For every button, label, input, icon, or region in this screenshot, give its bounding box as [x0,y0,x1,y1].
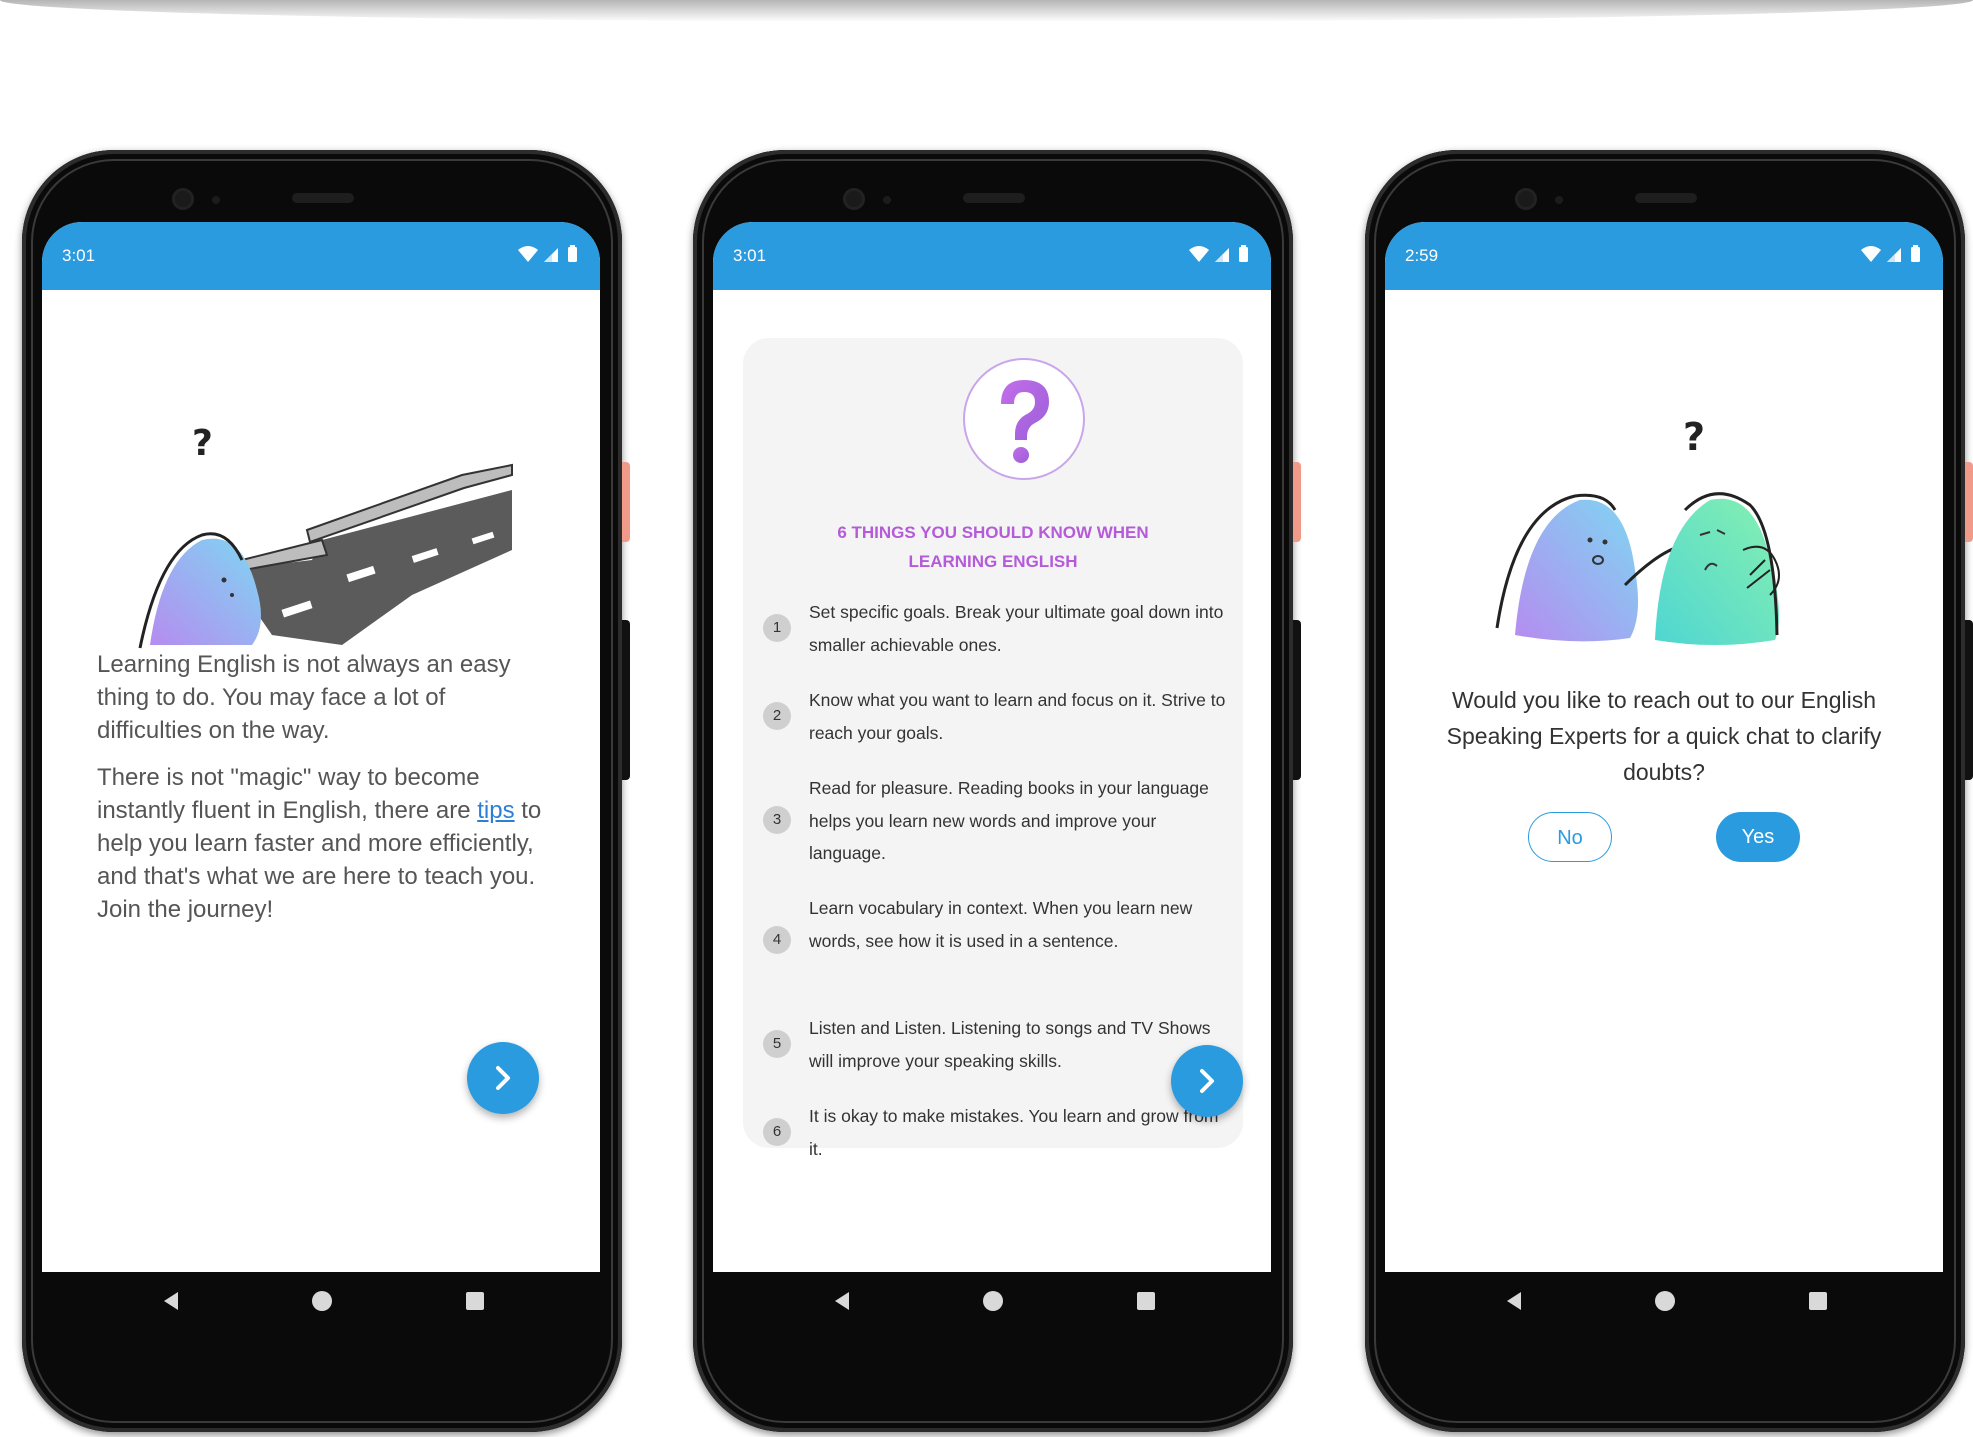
earpiece-speaker [963,193,1025,203]
tips-card: 6 THINGS YOU SHOULD KNOW WHEN LEARNING E… [743,338,1243,1159]
status-time: 3:01 [733,246,767,265]
recent-apps-icon[interactable] [466,1292,484,1310]
screen-2: 3:01 6 THINGS YOU SHOULD KNOW WHEN LEARN… [713,222,1271,1332]
system-nav-bar [1385,1272,1943,1332]
svg-text:?: ? [1683,415,1705,459]
front-camera [172,188,194,210]
tips-link[interactable]: tips [477,797,514,824]
wifi-icon [1189,246,1209,262]
status-icons [1859,244,1925,270]
power-button [622,462,630,542]
back-icon[interactable] [1503,1290,1525,1312]
tip-text: It is okay to make mistakes. You learn a… [809,1106,1219,1159]
status-bar: 3:01 [713,222,1271,290]
volume-button [1965,620,1973,780]
paragraph-2-text-before: There is not "magic" way to become insta… [97,764,480,824]
support-question: Would you like to reach out to our Engli… [1446,687,1882,785]
card-title: 6 THINGS YOU SHOULD KNOW WHEN LEARNING E… [743,518,1243,576]
signal-icon [1887,248,1901,262]
tip-number-badge: 1 [763,614,791,642]
tip-text: Listen and Listen. Listening to songs an… [809,1018,1211,1071]
sensor [1555,196,1563,204]
wifi-icon [1861,246,1881,262]
recent-apps-icon[interactable] [1809,1292,1827,1310]
earpiece-speaker [292,193,354,203]
power-button [1965,462,1973,542]
status-time: 3:01 [62,246,96,265]
phone-frame-1: 3:01 ? Learning English is not always an… [22,150,630,1432]
front-camera [843,188,865,210]
battery-icon [568,245,577,262]
sensor [883,196,891,204]
tip-number-badge: 3 [763,806,791,834]
back-icon[interactable] [160,1290,182,1312]
support-content: ? Would you like to reach out to our Eng… [1385,290,1943,1332]
top-shadow [0,0,1973,22]
next-button[interactable] [1171,1045,1243,1117]
tip-number-badge: 6 [763,1118,791,1146]
chevron-right-icon [496,1066,510,1090]
status-time: 2:59 [1405,246,1439,265]
status-bar: 3:01 [42,222,600,290]
two-blobs-illustration: ? [1495,415,1780,645]
status-icons [516,244,582,270]
volume-button [622,620,630,780]
tip-text: Read for pleasure. Reading books in your… [809,778,1209,863]
power-button [1293,462,1301,542]
earpiece-speaker [1635,193,1697,203]
onboarding-content: ? Learning English is not always an easy… [42,290,600,1332]
status-icons [1187,244,1253,270]
tip-text: Know what you want to learn and focus on… [809,690,1226,743]
system-nav-bar [42,1272,600,1332]
wifi-icon [518,246,538,262]
screen-3: 2:59 ? Would you like to reach out to ou… [1385,222,1943,1332]
next-button[interactable] [467,1042,539,1114]
signal-icon [544,248,558,262]
volume-button [1293,620,1301,780]
home-icon[interactable] [1655,1291,1675,1311]
home-icon[interactable] [983,1291,1003,1311]
chevron-right-icon [1200,1069,1214,1093]
battery-icon [1239,245,1248,262]
svg-text:?: ? [192,423,213,464]
tip-text: Learn vocabulary in context. When you le… [809,898,1193,951]
screen-1: 3:01 ? Learning English is not always an… [42,222,600,1332]
phone-frame-3: 2:59 ? Would you like to reach out to ou… [1365,150,1973,1432]
intro-paragraph-2: There is not "magic" way to become insta… [97,761,552,926]
tip-number-badge: 2 [763,702,791,730]
question-mark-icon [1001,380,1049,463]
battery-icon [1911,245,1920,262]
sensor [212,196,220,204]
tip-number-badge: 4 [763,926,791,954]
tips-content: 6 THINGS YOU SHOULD KNOW WHEN LEARNING E… [713,290,1271,1332]
recent-apps-icon[interactable] [1137,1292,1155,1310]
no-button[interactable]: No [1528,812,1612,862]
confused-blob-road-illustration: ? [138,423,513,649]
phone-frame-2: 3:01 6 THINGS YOU SHOULD KNOW WHEN LEARN… [693,150,1301,1432]
card-title-line-2: LEARNING ENGLISH [908,552,1078,571]
intro-paragraph-1: Learning English is not always an easy t… [97,651,511,744]
question-badge [963,358,1085,480]
home-icon[interactable] [312,1291,332,1311]
signal-icon [1215,248,1229,262]
system-nav-bar [713,1272,1271,1332]
card-title-line-1: 6 THINGS YOU SHOULD KNOW WHEN [837,523,1149,542]
tip-text: Set specific goals. Break your ultimate … [809,602,1224,655]
back-icon[interactable] [831,1290,853,1312]
status-bar: 2:59 [1385,222,1943,290]
yes-button[interactable]: Yes [1716,812,1800,862]
front-camera [1515,188,1537,210]
tip-number-badge: 5 [763,1030,791,1058]
